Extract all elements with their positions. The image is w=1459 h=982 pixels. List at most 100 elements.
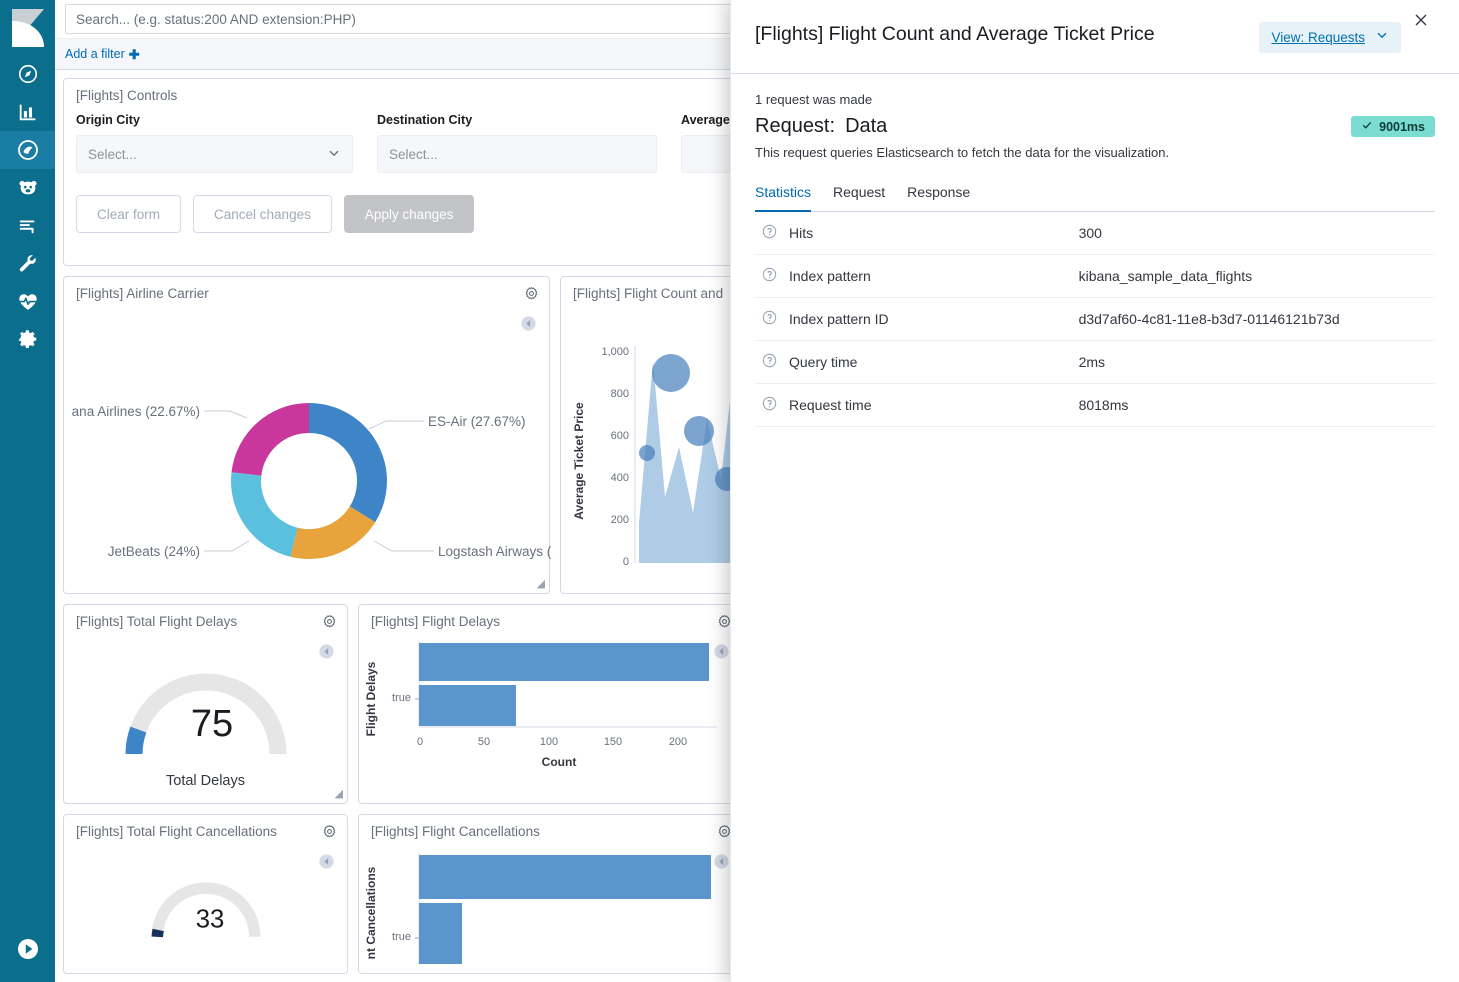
ytick-1000: 1,000 xyxy=(601,346,629,358)
plus-icon: ✚ xyxy=(129,48,140,61)
check-icon xyxy=(1361,119,1373,134)
panel-resize-handle[interactable]: ◢ xyxy=(537,577,545,590)
sidebar-item-monitoring[interactable] xyxy=(0,283,55,321)
tab-statistics[interactable]: Statistics xyxy=(755,182,811,212)
control-destination-city: Destination City Select... xyxy=(377,113,657,173)
xtick-50: 50 xyxy=(478,736,490,748)
table-row: Index pattern ID d3d7af60-4c81-11e8-b3d7… xyxy=(755,298,1435,341)
panel-title-total-flight-cancellations: [Flights] Total Flight Cancellations xyxy=(64,815,347,839)
origin-city-select[interactable]: Select... xyxy=(76,135,353,173)
table-row: Query time 2ms xyxy=(755,341,1435,384)
bar-false xyxy=(419,855,711,899)
ytick-0: 0 xyxy=(623,556,629,568)
ytick-400: 400 xyxy=(611,472,629,484)
kibana-dashboard-screen: Add a filter ✚ [Flights] Controls Origin… xyxy=(0,0,1459,982)
stat-label: Query time xyxy=(789,354,857,370)
inspector-flyout: [Flights] Flight Count and Average Ticke… xyxy=(730,0,1459,982)
control-label-origin-city: Origin City xyxy=(76,113,353,127)
inspector-tabs: Statistics Request Response xyxy=(755,182,1435,212)
table-row: Hits 300 xyxy=(755,212,1435,255)
ytick-800: 800 xyxy=(611,388,629,400)
gauge-value-cancellations: 33 xyxy=(195,905,224,933)
stat-value: 300 xyxy=(1079,212,1435,255)
stat-name-cell: Index pattern xyxy=(756,256,991,296)
gear-icon xyxy=(17,329,39,351)
sidebar-item-machine-learning[interactable] xyxy=(0,169,55,207)
origin-city-value: Select... xyxy=(88,147,137,162)
panel-total-flight-cancellations: [Flights] Total Flight Cancellations xyxy=(63,814,348,974)
apply-changes-button[interactable]: Apply changes xyxy=(344,195,475,233)
panel-title-flight-cancellations: [Flights] Flight Cancellations xyxy=(359,815,742,839)
sidebar-item-dev-tools[interactable] xyxy=(0,245,55,283)
tab-request[interactable]: Request xyxy=(833,182,885,212)
question-in-circle-icon[interactable] xyxy=(762,353,777,371)
view-requests-label: View: Requests xyxy=(1271,30,1365,45)
cancel-changes-button[interactable]: Cancel changes xyxy=(193,195,332,233)
question-in-circle-icon[interactable] xyxy=(762,396,777,414)
sidebar-item-timelion[interactable] xyxy=(0,207,55,245)
flyout-title: [Flights] Flight Count and Average Ticke… xyxy=(755,22,1155,46)
bar-category-true: true xyxy=(392,692,411,704)
axis-label-flight-delays-x: Count xyxy=(542,755,577,769)
close-icon xyxy=(1413,15,1429,32)
flyout-body: 1 request was made Request:Data 9001ms T… xyxy=(731,74,1459,982)
kibana-logo[interactable] xyxy=(0,0,55,55)
stat-value: 8018ms xyxy=(1079,384,1435,427)
control-label-destination-city: Destination City xyxy=(377,113,657,127)
stat-value: d3d7af60-4c81-11e8-b3d7-01146121b73d xyxy=(1079,298,1435,341)
sidebar-item-visualize[interactable] xyxy=(0,93,55,131)
panel-previous-icon[interactable] xyxy=(713,643,730,665)
chart-total-flight-cancellations-gauge: 33 xyxy=(64,839,347,949)
question-in-circle-icon[interactable] xyxy=(762,267,777,285)
destination-city-value: Select... xyxy=(389,147,438,162)
request-prefix: Request: xyxy=(755,115,835,137)
panel-title-total-flight-delays: [Flights] Total Flight Delays xyxy=(64,605,347,629)
table-row: Request time 8018ms xyxy=(755,384,1435,427)
question-in-circle-icon[interactable] xyxy=(762,224,777,242)
question-in-circle-icon[interactable] xyxy=(762,310,777,328)
chart-flight-delays-bar: Flight Delays true 0 50 100 150 200 xyxy=(359,629,742,804)
stat-label: Request time xyxy=(789,397,871,413)
sidebar-item-discover[interactable] xyxy=(0,55,55,93)
ml-bear-icon xyxy=(17,177,39,199)
sidebar-item-management[interactable] xyxy=(0,321,55,359)
panel-previous-icon[interactable] xyxy=(713,853,730,875)
timelion-lines-icon xyxy=(17,215,39,237)
statistics-table: Hits 300 xyxy=(755,212,1435,427)
panel-flight-cancellations: [Flights] Flight Cancellations xyxy=(358,814,743,974)
close-flyout-button[interactable] xyxy=(1411,10,1431,35)
panel-title-flight-delays: [Flights] Flight Delays xyxy=(359,605,742,629)
stat-name-cell: Hits xyxy=(756,213,991,253)
bar-false xyxy=(419,643,709,681)
dashboard-globe-icon xyxy=(16,138,40,162)
axis-label-y: Average Ticket Price xyxy=(572,402,586,520)
panel-resize-handle[interactable]: ◢ xyxy=(335,787,343,800)
clear-form-button[interactable]: Clear form xyxy=(76,195,181,233)
gauge-label-delays: Total Delays xyxy=(166,773,245,789)
add-filter-button[interactable]: Add a filter ✚ xyxy=(65,47,140,61)
axis-label-flight-cancellations-y: nt Cancellations xyxy=(364,866,378,959)
xtick-0: 0 xyxy=(417,736,423,748)
chart-airline-carrier-donut: ES-Air (27.67%) Logstash Airways (25 Jet… xyxy=(64,301,549,581)
panel-title-airline-carrier: [Flights] Airline Carrier xyxy=(64,277,549,301)
destination-city-select[interactable]: Select... xyxy=(377,135,657,173)
bar-true xyxy=(419,903,462,964)
request-description: This request queries Elasticsearch to fe… xyxy=(755,145,1435,160)
xtick-200: 200 xyxy=(669,736,687,748)
pie-label-es-air: ES-Air (27.67%) xyxy=(428,414,526,429)
requests-made-text: 1 request was made xyxy=(755,92,1435,107)
tab-response[interactable]: Response xyxy=(907,182,970,212)
table-row: Index pattern kibana_sample_data_flights xyxy=(755,255,1435,298)
panel-total-flight-delays: [Flights] Total Flight Delays xyxy=(63,604,348,804)
request-heading: Request:Data xyxy=(755,115,887,138)
chevron-down-icon xyxy=(327,146,341,163)
sidebar-item-dashboard[interactable] xyxy=(0,131,55,169)
ytick-200: 200 xyxy=(611,514,629,526)
axis-label-flight-delays-y: Flight Delays xyxy=(364,661,378,736)
sidebar-collapse-toggle[interactable] xyxy=(0,920,55,982)
view-requests-button[interactable]: View: Requests xyxy=(1259,22,1401,53)
request-duration-badge[interactable]: 9001ms xyxy=(1351,116,1435,137)
stat-value: kibana_sample_data_flights xyxy=(1079,255,1435,298)
wrench-icon xyxy=(17,253,39,275)
ytick-600: 600 xyxy=(611,430,629,442)
